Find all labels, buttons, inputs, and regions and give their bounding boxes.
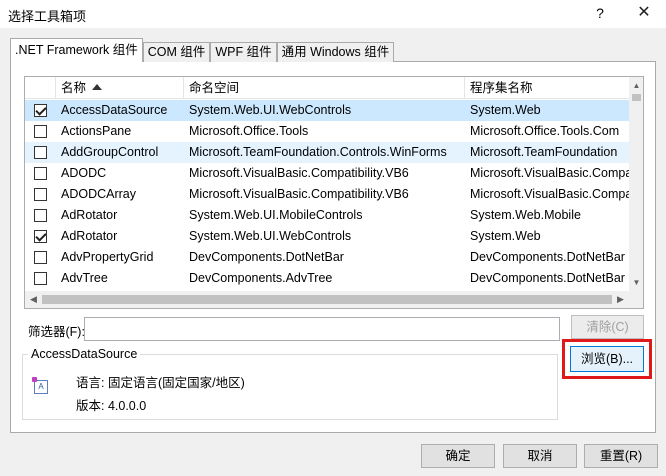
filter-label: 筛选器(F): xyxy=(28,325,85,339)
details-version: 版本: 4.0.0.0 xyxy=(76,399,147,413)
cell-name: ADODCArray xyxy=(61,187,137,201)
scrollbar-corner xyxy=(629,291,643,308)
table-row[interactable]: AdvPropertyGrid DevComponents.DotNetBar De… xyxy=(25,247,629,268)
cancel-button[interactable]: 取消 xyxy=(503,444,577,468)
row-checkbox[interactable] xyxy=(34,230,47,243)
row-checkbox[interactable] xyxy=(34,209,47,222)
scroll-left-icon[interactable]: ◀ xyxy=(25,291,42,308)
row-checkbox[interactable] xyxy=(34,104,47,117)
cell-namespace: System.Web.UI.WebControls xyxy=(189,229,352,243)
table-row[interactable]: AccessDataSource System.Web.UI.WebControl… xyxy=(25,100,629,121)
cell-assembly: DevComponents.DotNetBar xyxy=(470,271,625,285)
cell-name: ActionsPane xyxy=(61,124,132,138)
scroll-down-icon[interactable]: ▼ xyxy=(629,274,643,291)
tab-strip: .NET Framework 组件 COM 组件 WPF 组件 通用 Windo… xyxy=(10,38,395,62)
table-row[interactable]: AdRotator System.Web.UI.WebControls System… xyxy=(25,226,629,247)
ok-button[interactable]: 确定 xyxy=(421,444,495,468)
components-grid: 名称 命名空间 程序集名称 AccessDataSource System.Web… xyxy=(24,76,644,309)
table-row[interactable]: ADODCArray Microsoft.VisualBasic.Compatib… xyxy=(25,184,629,205)
row-checkbox[interactable] xyxy=(34,188,47,201)
cell-assembly: Microsoft.VisualBasic.Compat xyxy=(470,187,629,201)
cell-namespace: DevComponents.DotNetBar xyxy=(189,250,344,264)
grid-header: 名称 命名空间 程序集名称 xyxy=(25,77,629,99)
tab-universal-windows[interactable]: 通用 Windows 组件 xyxy=(276,42,395,62)
vertical-scroll-thumb[interactable] xyxy=(632,94,641,101)
filter-input[interactable] xyxy=(84,317,560,341)
cell-namespace: Microsoft.VisualBasic.Compatibility.VB6 xyxy=(189,166,409,180)
cell-assembly: System.Web xyxy=(470,103,541,117)
table-row[interactable]: ADODC Microsoft.VisualBasic.Compatibility… xyxy=(25,163,629,184)
details-title: AccessDataSource xyxy=(28,347,141,361)
scroll-right-icon[interactable]: ▶ xyxy=(612,291,629,308)
header-namespace[interactable]: 命名空间 xyxy=(184,77,465,99)
row-checkbox[interactable] xyxy=(34,146,47,159)
clear-button[interactable]: 清除(C) xyxy=(571,315,644,339)
cell-name: AdRotator xyxy=(61,229,118,243)
cell-name: AddGroupControl xyxy=(61,145,159,159)
vertical-scrollbar[interactable]: ▲ ▼ xyxy=(629,77,643,291)
cell-name: AccessDataSource xyxy=(61,103,168,117)
row-checkbox[interactable] xyxy=(34,125,47,138)
tab-net-framework[interactable]: .NET Framework 组件 xyxy=(10,38,143,62)
row-checkbox[interactable] xyxy=(34,167,47,180)
close-icon[interactable]: ✕ xyxy=(632,3,656,23)
header-name-label: 名称 xyxy=(61,81,87,95)
header-assembly[interactable]: 程序集名称 xyxy=(465,77,629,99)
cell-namespace: Microsoft.Office.Tools xyxy=(189,124,309,138)
cell-assembly: Microsoft.Office.Tools.Com xyxy=(470,124,620,138)
cell-name: AdvTree xyxy=(61,271,108,285)
row-checkbox[interactable] xyxy=(34,251,47,264)
scroll-up-icon[interactable]: ▲ xyxy=(629,77,643,94)
cell-namespace: System.Web.UI.WebControls xyxy=(189,103,352,117)
horizontal-scroll-thumb[interactable] xyxy=(42,295,612,304)
cell-assembly: DevComponents.DotNetBar xyxy=(470,250,625,264)
title-bar: 选择工具箱项 ? ✕ xyxy=(0,0,666,28)
cell-name: AdRotator xyxy=(61,208,118,222)
window-title: 选择工具箱项 xyxy=(8,9,87,24)
cell-assembly: Microsoft.TeamFoundation xyxy=(470,145,618,159)
table-row[interactable]: AdRotator System.Web.UI.MobileControls Sys… xyxy=(25,205,629,226)
cell-name: AdvPropertyGrid xyxy=(61,250,154,264)
row-checkbox[interactable] xyxy=(34,272,47,285)
cell-namespace: DevComponents.AdvTree xyxy=(189,271,333,285)
browse-highlight-box xyxy=(562,339,652,379)
table-row[interactable]: ActionsPane Microsoft.Office.Tools Microso… xyxy=(25,121,629,142)
grid-rows: AccessDataSource System.Web.UI.WebControl… xyxy=(25,100,629,289)
table-row[interactable]: AdvTree DevComponents.AdvTree DevComponent… xyxy=(25,268,629,289)
sort-ascending-icon xyxy=(92,84,103,90)
table-row[interactable]: AddGroupControl Microsoft.TeamFoundation.… xyxy=(25,142,629,163)
cell-namespace: System.Web.UI.MobileControls xyxy=(189,208,363,222)
cell-namespace: Microsoft.TeamFoundation.Controls.WinFor… xyxy=(189,145,447,159)
details-language: 语言: 固定语言(固定国家/地区) xyxy=(76,376,245,390)
cell-assembly: System.Web.Mobile xyxy=(470,208,581,222)
cell-namespace: Microsoft.VisualBasic.Compatibility.VB6 xyxy=(189,187,409,201)
header-name[interactable]: 名称 xyxy=(56,77,184,99)
cell-assembly: System.Web xyxy=(470,229,541,243)
horizontal-scrollbar[interactable]: ◀ ▶ xyxy=(25,291,629,308)
cell-name: ADODC xyxy=(61,166,107,180)
component-icon: A xyxy=(32,377,48,394)
header-check-column xyxy=(25,77,56,99)
tab-com[interactable]: COM 组件 xyxy=(142,42,211,62)
cell-assembly: Microsoft.VisualBasic.Compat xyxy=(470,166,629,180)
tab-wpf[interactable]: WPF 组件 xyxy=(210,42,277,62)
reset-button[interactable]: 重置(R) xyxy=(584,444,658,468)
help-button[interactable]: ? xyxy=(590,3,610,23)
